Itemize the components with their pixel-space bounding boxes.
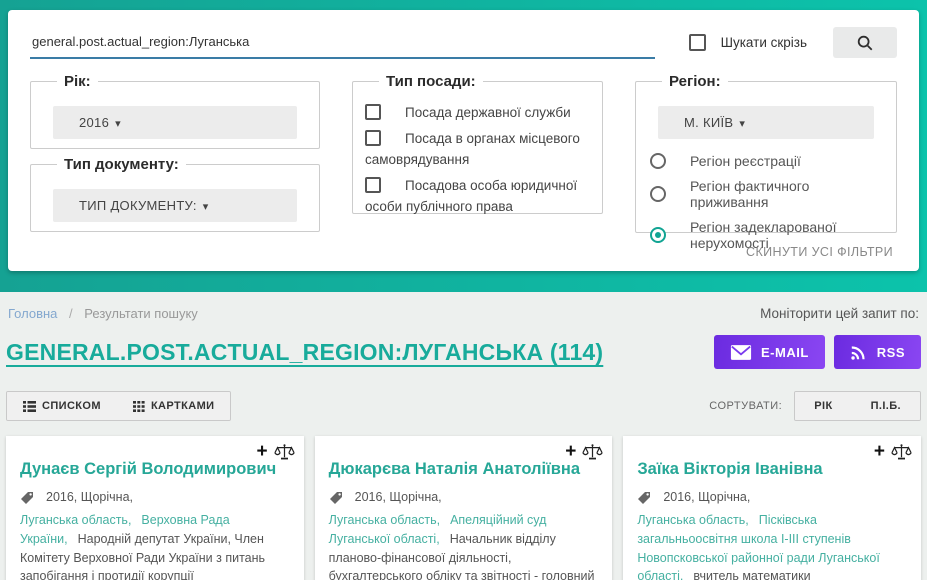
search-button[interactable]	[833, 27, 897, 58]
sort-by-name-button[interactable]: П.І.Б.	[852, 392, 920, 420]
view-toggle-group: СПИСКОМ КАРТКАМИ	[6, 391, 231, 421]
scales-icon[interactable]	[274, 443, 295, 461]
results-section: Головна / Результати пошуку Моніторити ц…	[0, 292, 927, 580]
checkbox-label: Посада в органах місцевого самоврядуванн…	[365, 131, 580, 167]
sort-label: СОРТУВАТИ:	[709, 400, 782, 412]
year-dropdown[interactable]: 2016	[53, 106, 297, 139]
card-tags: Луганська область,Апеляційний суд Луганс…	[329, 511, 599, 580]
list-icon	[23, 401, 36, 412]
card-meta: 2016, Щорічна,	[663, 490, 750, 504]
card-tag-link[interactable]: Луганська область,	[20, 513, 131, 527]
view-cards-button[interactable]: КАРТКАМИ	[117, 392, 231, 420]
doc-type-filter: Тип документу: ТИП ДОКУМЕНТУ:	[30, 156, 320, 232]
rss-icon	[850, 343, 868, 361]
breadcrumb-separator: /	[69, 306, 73, 321]
person-name-link[interactable]: Дюкарєва Наталія Анатоліївна	[329, 460, 599, 479]
sort-by-year-button[interactable]: РІК	[795, 392, 851, 420]
doc-type-filter-legend: Тип документу:	[57, 156, 186, 173]
region-mode-options: Регіон реєстрації Регіон фактичного прижи…	[648, 153, 884, 251]
post-type-option[interactable]: Посадова особа юридичної особи публічног…	[365, 176, 590, 218]
search-everywhere-label: Шукати скрізь	[721, 35, 807, 50]
filter-column-left: Рік: 2016 Тип документу: ТИП ДОКУМЕНТУ:	[30, 73, 320, 233]
person-name-link[interactable]: Дунаєв Сергій Володимирович	[20, 460, 290, 479]
card-meta: 2016, Щорічна,	[355, 490, 442, 504]
tag-icon	[20, 491, 34, 508]
year-filter-legend: Рік:	[57, 73, 98, 90]
result-card: + Дунаєв Сергій Володимирович	[6, 436, 304, 580]
sort-group: РІК П.І.Б.	[794, 391, 921, 421]
region-dropdown[interactable]: М. КИЇВ	[658, 106, 874, 139]
region-mode-option[interactable]: Регіон фактичного приживання	[650, 178, 884, 210]
card-meta: 2016, Щорічна,	[46, 490, 133, 504]
post-type-options: Посада державної служби Посада в органах …	[365, 103, 590, 218]
radio-icon[interactable]	[650, 227, 666, 243]
card-tags: Луганська область,Пісківська загальньоос…	[637, 511, 907, 580]
result-card: + Дюкарєва Наталія Анатоліївна	[315, 436, 613, 580]
scales-icon[interactable]	[891, 443, 912, 461]
region-mode-option[interactable]: Регіон реєстрації	[650, 153, 884, 169]
page-title[interactable]: GENERAL.POST.ACTUAL_REGION:ЛУГАНСЬКА (11…	[6, 339, 603, 366]
search-header: Шукати скрізь Рік: 2016 Тип документу: Т…	[0, 0, 927, 292]
result-card: + Заїка Вікторія Іванівна 20	[623, 436, 921, 580]
checkbox-label: Посадова особа юридичної особи публічног…	[365, 178, 577, 214]
post-type-option[interactable]: Посада державної служби	[365, 103, 590, 124]
breadcrumb-current: Результати пошуку	[84, 306, 198, 321]
scales-icon[interactable]	[582, 443, 603, 461]
add-to-compare-icon[interactable]: +	[565, 442, 576, 461]
chevron-down-icon	[197, 198, 209, 213]
radio-label: Регіон фактичного приживання	[690, 178, 884, 210]
card-position: вчитель математики	[693, 569, 810, 580]
breadcrumb: Головна / Результати пошуку	[8, 306, 198, 321]
search-input[interactable]	[30, 26, 655, 59]
results-cards: + Дунаєв Сергій Володимирович	[6, 436, 921, 580]
add-to-compare-icon[interactable]: +	[874, 442, 885, 461]
card-tag-link[interactable]: Луганська область,	[329, 513, 440, 527]
region-filter-legend: Регіон:	[662, 73, 728, 90]
envelope-icon	[730, 344, 752, 361]
email-subscribe-button[interactable]: E-MAIL	[714, 335, 825, 369]
search-everywhere-checkbox[interactable]	[689, 34, 706, 51]
post-type-filter: Тип посади: Посада державної служби Посад…	[352, 73, 603, 214]
person-name-link[interactable]: Заїка Вікторія Іванівна	[637, 460, 907, 479]
rss-subscribe-button[interactable]: RSS	[834, 335, 921, 369]
card-tag-link[interactable]: Луганська область,	[637, 513, 748, 527]
add-to-compare-icon[interactable]: +	[257, 442, 268, 461]
doc-type-dropdown[interactable]: ТИП ДОКУМЕНТУ:	[53, 189, 297, 222]
radio-label: Регіон реєстрації	[690, 153, 801, 169]
checkbox-icon[interactable]	[365, 104, 381, 120]
grid-icon	[133, 401, 145, 412]
checkbox-icon[interactable]	[365, 177, 381, 193]
checkbox-icon[interactable]	[365, 130, 381, 146]
tag-icon	[637, 491, 651, 508]
card-tags: Луганська область,Верховна Рада України,…	[20, 511, 290, 580]
search-panel: Шукати скрізь Рік: 2016 Тип документу: Т…	[8, 10, 919, 271]
radio-icon[interactable]	[650, 186, 666, 202]
chevron-down-icon	[733, 115, 745, 130]
search-everywhere-toggle[interactable]: Шукати скрізь	[689, 34, 807, 51]
view-list-button[interactable]: СПИСКОМ	[7, 392, 117, 420]
monitor-label: Моніторити цей запит по:	[760, 306, 919, 321]
year-filter: Рік: 2016	[30, 73, 320, 149]
tag-icon	[329, 491, 343, 508]
region-filter: Регіон: М. КИЇВ Регіон реєстрації Регіон …	[635, 73, 897, 233]
reset-filters-link[interactable]: СКИНУТИ УСІ ФІЛЬТРИ	[746, 245, 893, 259]
post-type-option[interactable]: Посада в органах місцевого самоврядуванн…	[365, 129, 590, 171]
radio-icon[interactable]	[650, 153, 666, 169]
breadcrumb-home-link[interactable]: Головна	[8, 306, 57, 321]
checkbox-label: Посада державної служби	[405, 105, 571, 120]
search-icon	[856, 34, 874, 52]
post-type-filter-legend: Тип посади:	[379, 73, 483, 90]
chevron-down-icon	[109, 115, 121, 130]
